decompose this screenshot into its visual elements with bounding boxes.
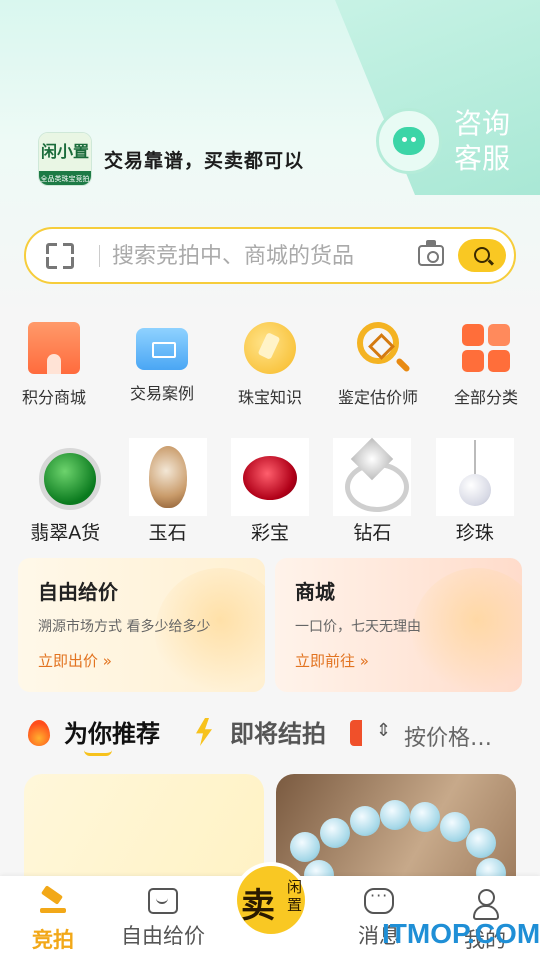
tab-price-sort[interactable]: 按价格… bbox=[404, 720, 492, 752]
search-input[interactable] bbox=[112, 239, 412, 273]
promo-title: 商城 bbox=[295, 580, 335, 604]
category-label: 钻石 bbox=[353, 522, 392, 544]
slogan: 交易靠谱，买卖都可以 bbox=[104, 150, 305, 172]
category-diamond[interactable]: 钻石 bbox=[332, 438, 412, 546]
category-pearl[interactable]: 珍珠 bbox=[435, 438, 515, 546]
category-gemstone[interactable]: 彩宝 bbox=[230, 438, 310, 546]
category-label: 翡翠A货 bbox=[30, 522, 101, 544]
nav-free-price[interactable]: 自由给价 bbox=[108, 876, 218, 960]
search-button[interactable] bbox=[458, 239, 506, 272]
logo-subtext: 全品类珠宝竞拍 bbox=[39, 171, 91, 185]
pearl-pendant-image bbox=[435, 438, 514, 516]
quick-nav-all-categories[interactable]: 全部分类 bbox=[432, 318, 540, 418]
watermark: ITMOP.COM bbox=[382, 918, 540, 949]
sell-label: 卖 bbox=[241, 886, 275, 926]
ruby-image bbox=[230, 438, 309, 516]
tab-badge bbox=[350, 720, 362, 746]
logo-text: 闲小置 bbox=[39, 133, 91, 171]
quick-nav-label: 积分商城 bbox=[21, 388, 86, 407]
fire-icon bbox=[28, 720, 50, 746]
category-row: 翡翠A货 玉石 彩宝 钻石 珍珠 bbox=[0, 438, 540, 546]
sell-idle-button[interactable]: 卖 闲置 bbox=[233, 862, 309, 938]
customer-service-button[interactable]: 咨询客服 bbox=[376, 106, 526, 180]
promo-card-mall[interactable]: 商城 一口价，七天无理由 立即前往 » bbox=[275, 558, 522, 692]
promo-link[interactable]: 立即出价 » bbox=[38, 650, 112, 671]
category-label: 彩宝 bbox=[250, 522, 289, 544]
category-jade-stone[interactable]: 玉石 bbox=[128, 438, 208, 546]
search-icon bbox=[474, 247, 490, 263]
shop-icon bbox=[28, 322, 80, 374]
customer-service-label: 咨询客服 bbox=[454, 107, 511, 175]
quick-nav-jewelry-knowledge[interactable]: 珠宝知识 bbox=[216, 318, 324, 418]
app-logo: 闲小置 全品类珠宝竞拍 bbox=[38, 132, 92, 186]
promo-link[interactable]: 立即前往 » bbox=[295, 650, 369, 671]
jadeite-ring-image bbox=[26, 438, 104, 516]
quick-nav: 积分商城 交易案例 珠宝知识 鉴定估价师 全部分类 bbox=[0, 318, 540, 418]
quick-nav-label: 交易案例 bbox=[129, 384, 194, 403]
quick-nav-label: 全部分类 bbox=[453, 388, 518, 407]
gavel-icon bbox=[38, 888, 68, 918]
briefcase-icon bbox=[136, 328, 188, 370]
user-icon bbox=[470, 888, 500, 920]
diamond-ring-image bbox=[333, 438, 412, 516]
scan-icon[interactable] bbox=[45, 242, 75, 272]
category-label: 玉石 bbox=[148, 522, 187, 544]
quick-nav-trade-cases[interactable]: 交易案例 bbox=[108, 318, 216, 418]
sort-arrows-icon: ⇕ bbox=[376, 720, 392, 741]
search-bar bbox=[24, 227, 516, 284]
jade-stone-image bbox=[128, 438, 207, 516]
promo-desc: 一口价，七天无理由 bbox=[295, 619, 421, 635]
promo-title: 自由给价 bbox=[38, 580, 118, 604]
search-divider bbox=[99, 245, 100, 267]
active-tab-indicator bbox=[84, 750, 112, 756]
promo-desc: 溯源市场方式 看多少给多少 bbox=[38, 619, 211, 635]
quick-nav-label: 珠宝知识 bbox=[237, 388, 302, 407]
chatbot-icon bbox=[376, 108, 442, 174]
promo-card-free-price[interactable]: 自由给价 溯源市场方式 看多少给多少 立即出价 » bbox=[18, 558, 265, 692]
illustration bbox=[412, 568, 522, 692]
tab-ending-soon[interactable]: 即将结拍 bbox=[230, 714, 326, 749]
quick-nav-label: 鉴定估价师 bbox=[337, 388, 418, 407]
chat-bubble-icon bbox=[364, 886, 394, 914]
category-label: 珍珠 bbox=[455, 522, 494, 544]
nav-label: 竞拍 bbox=[32, 928, 74, 952]
magnifier-appraise-icon bbox=[357, 322, 399, 364]
nav-label: 自由给价 bbox=[121, 924, 205, 948]
tab-recommend[interactable]: 为你推荐 bbox=[64, 714, 160, 749]
feed-tabs: 为你推荐 即将结拍 ⇕ 按价格… bbox=[0, 706, 540, 760]
camera-icon[interactable] bbox=[418, 240, 444, 266]
idle-label: 闲置 bbox=[287, 878, 303, 914]
quick-nav-points-mall[interactable]: 积分商城 bbox=[0, 318, 108, 418]
jewel-tag-icon bbox=[244, 322, 296, 374]
bag-icon bbox=[148, 888, 178, 914]
grid-categories-icon bbox=[460, 322, 512, 374]
quick-nav-appraiser[interactable]: 鉴定估价师 bbox=[324, 318, 432, 418]
nav-auction[interactable]: 竞拍 bbox=[8, 876, 98, 960]
category-jadeite[interactable]: 翡翠A货 bbox=[25, 438, 105, 546]
lightning-icon bbox=[196, 718, 212, 746]
